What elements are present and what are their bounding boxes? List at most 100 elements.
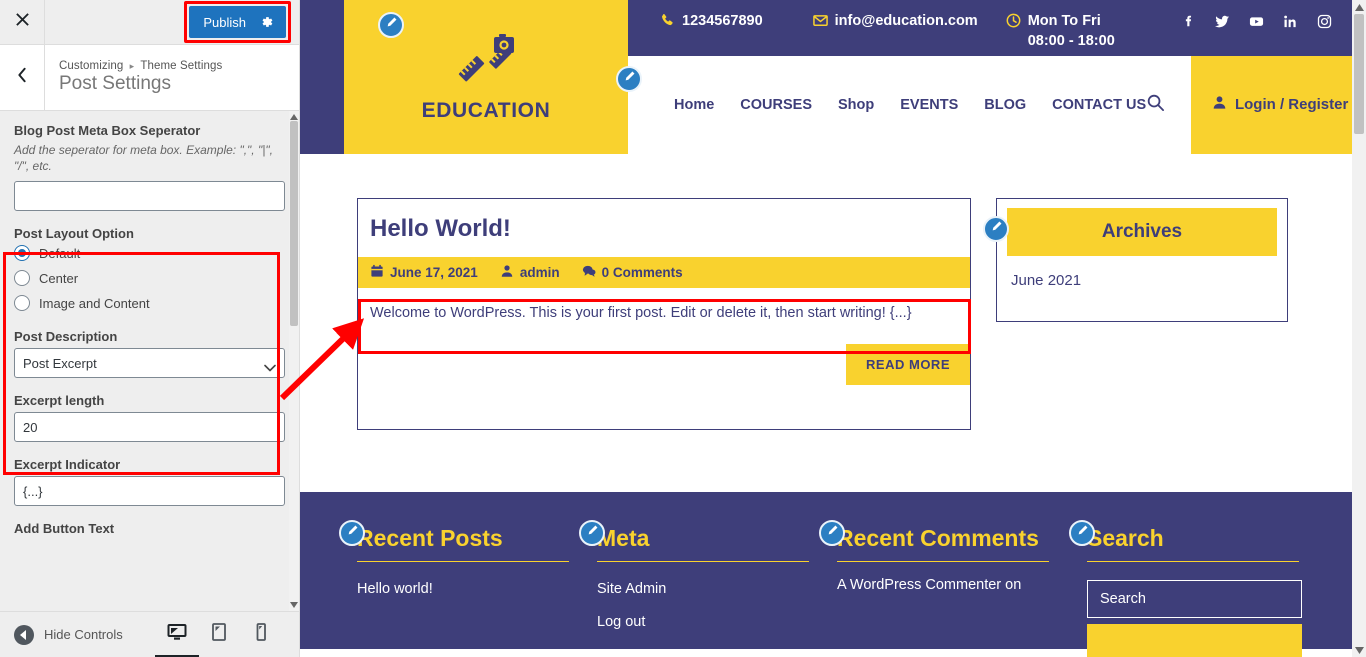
customizer-topbar: Publish: [0, 0, 299, 45]
facebook-icon[interactable]: [1181, 14, 1196, 29]
user-icon: [500, 264, 514, 281]
search-submit-button[interactable]: [1087, 623, 1302, 657]
scroll-down-arrow-icon[interactable]: [1352, 643, 1366, 657]
radio-label: Image and Content: [39, 295, 150, 311]
primary-navigation: Home COURSES Shop EVENTS BLOG CONTACT US: [616, 56, 1192, 154]
edit-recent-comments-pin[interactable]: [819, 520, 845, 546]
list-item[interactable]: Hello world!: [357, 580, 587, 599]
envelope-icon: [812, 13, 828, 28]
divider: [1087, 560, 1299, 562]
scroll-down-arrow-icon[interactable]: [289, 599, 299, 611]
control-label: Excerpt length: [14, 393, 105, 409]
list-item[interactable]: Site Admin: [597, 580, 827, 599]
login-register-button[interactable]: Login / Register: [1191, 56, 1366, 154]
tablet-icon: [209, 622, 229, 647]
topbar-email[interactable]: info@education.com: [812, 12, 978, 32]
close-customizer-button[interactable]: [0, 0, 45, 44]
nav-item-courses[interactable]: COURSES: [740, 97, 812, 113]
phone-icon: [660, 13, 675, 28]
hide-controls-button[interactable]: Hide Controls: [14, 624, 123, 645]
pencil-icon: [346, 524, 359, 542]
meta-box-separator-input[interactable]: [14, 181, 285, 212]
device-tablet-button[interactable]: [209, 620, 229, 650]
footer-widget-meta: Meta Site Admin Log out: [579, 520, 837, 649]
user-icon: [1212, 95, 1227, 116]
radio-option-center[interactable]: Center: [14, 270, 285, 287]
publish-button[interactable]: Publish: [189, 6, 286, 38]
control-label: Post Description: [14, 329, 118, 345]
preview-main-content: Hello World! June 17, 2021 admin 0 Comme…: [300, 154, 1366, 492]
list-item[interactable]: June 2021: [1011, 272, 1081, 289]
archives-widget-title: Archives: [1007, 208, 1277, 256]
nav-item-events[interactable]: EVENTS: [900, 97, 958, 113]
breadcrumb-root[interactable]: Customizing: [59, 60, 123, 72]
edit-recent-posts-pin[interactable]: [339, 520, 365, 546]
post-description-select-wrap: Post Excerpt: [14, 348, 285, 379]
excerpt-indicator-input[interactable]: [14, 476, 285, 507]
post-excerpt-text: Welcome to WordPress. This is your first…: [370, 305, 886, 321]
search-input[interactable]: [1087, 579, 1302, 618]
nav-menu-list: Home COURSES Shop EVENTS BLOG CONTACT US: [628, 97, 1146, 113]
device-preview-switcher: [167, 620, 285, 650]
edit-menu-pin[interactable]: [616, 66, 642, 92]
back-button[interactable]: [0, 45, 45, 110]
gear-icon[interactable]: [260, 15, 274, 29]
radio-option-image-and-content[interactable]: Image and Content: [14, 295, 285, 312]
search-toggle-button[interactable]: [1146, 93, 1191, 117]
post-comments: 0 Comments: [582, 264, 683, 281]
edit-search-pin[interactable]: [1069, 520, 1095, 546]
footer-widget-title: Meta: [597, 525, 650, 551]
business-hours: Mon To Fri 08:00 - 18:00: [1027, 13, 1115, 49]
site-footer: Recent Posts Hello world! Meta Site Admi…: [300, 492, 1366, 657]
linkedin-icon[interactable]: [1283, 14, 1298, 29]
excerpt-length-input[interactable]: [14, 412, 285, 443]
scroll-up-arrow-icon[interactable]: [1352, 0, 1366, 14]
device-desktop-button[interactable]: [167, 620, 187, 650]
twitter-icon[interactable]: [1215, 14, 1230, 29]
radio-icon[interactable]: [14, 245, 30, 262]
instagram-icon[interactable]: [1317, 14, 1332, 29]
footer-widget-recent-posts: Recent Posts Hello world!: [339, 520, 597, 649]
nav-item-shop[interactable]: Shop: [838, 97, 874, 113]
post-excerpt: Welcome to WordPress. This is your first…: [358, 288, 970, 342]
nav-item-blog[interactable]: BLOG: [984, 97, 1026, 113]
radio-icon[interactable]: [14, 295, 30, 312]
pencil-icon: [385, 16, 398, 34]
list-item[interactable]: Log out: [597, 613, 827, 632]
control-label: Excerpt Indicator: [14, 457, 121, 473]
nav-item-home[interactable]: Home: [674, 97, 714, 113]
customizer-scrollbar[interactable]: [289, 111, 299, 611]
radio-icon[interactable]: [14, 270, 30, 287]
customizer-scroll-thumb[interactable]: [290, 121, 298, 326]
site-logo[interactable]: EDUCATION: [344, 0, 628, 154]
device-mobile-button[interactable]: [251, 620, 271, 650]
list-item[interactable]: A WordPress Commenter on: [837, 576, 1077, 595]
page-title: Post Settings: [59, 72, 171, 94]
control-meta-box-separator: Blog Post Meta Box Seperator Add the sep…: [14, 123, 285, 212]
logo-mark-icon: [450, 31, 522, 93]
divider: [357, 560, 569, 562]
nav-item-contact-us[interactable]: CONTACT US: [1052, 97, 1146, 113]
topbar-phone[interactable]: 1234567890: [660, 12, 763, 32]
post-description-select[interactable]: Post Excerpt: [14, 348, 285, 379]
calendar-icon: [370, 264, 384, 281]
customizer-panel-header: Customizing ▸ Theme Settings Post Settin…: [0, 45, 299, 111]
edit-meta-pin[interactable]: [579, 520, 605, 546]
login-register-label: Login / Register: [1234, 96, 1349, 114]
preview-scrollbar[interactable]: [1352, 0, 1366, 657]
hide-controls-label: Hide Controls: [44, 627, 123, 642]
preview-scroll-thumb[interactable]: [1354, 14, 1364, 134]
breadcrumb-parent[interactable]: Theme Settings: [140, 60, 222, 72]
publish-highlight: Publish: [184, 1, 291, 43]
collapse-icon: [14, 624, 34, 645]
edit-archives-pin[interactable]: [983, 216, 1009, 242]
archives-widget: Archives June 2021: [983, 198, 1288, 322]
youtube-icon[interactable]: [1249, 14, 1264, 29]
radio-option-default[interactable]: Default: [14, 245, 285, 262]
edit-logo-pin[interactable]: [378, 12, 404, 38]
read-more-button[interactable]: READ MORE: [846, 343, 970, 385]
post-title[interactable]: Hello World!: [358, 199, 970, 257]
panel-titles: Customizing ▸ Theme Settings Post Settin…: [45, 45, 222, 110]
control-excerpt-indicator: Excerpt Indicator: [14, 457, 285, 507]
control-excerpt-length: Excerpt length: [14, 393, 285, 443]
